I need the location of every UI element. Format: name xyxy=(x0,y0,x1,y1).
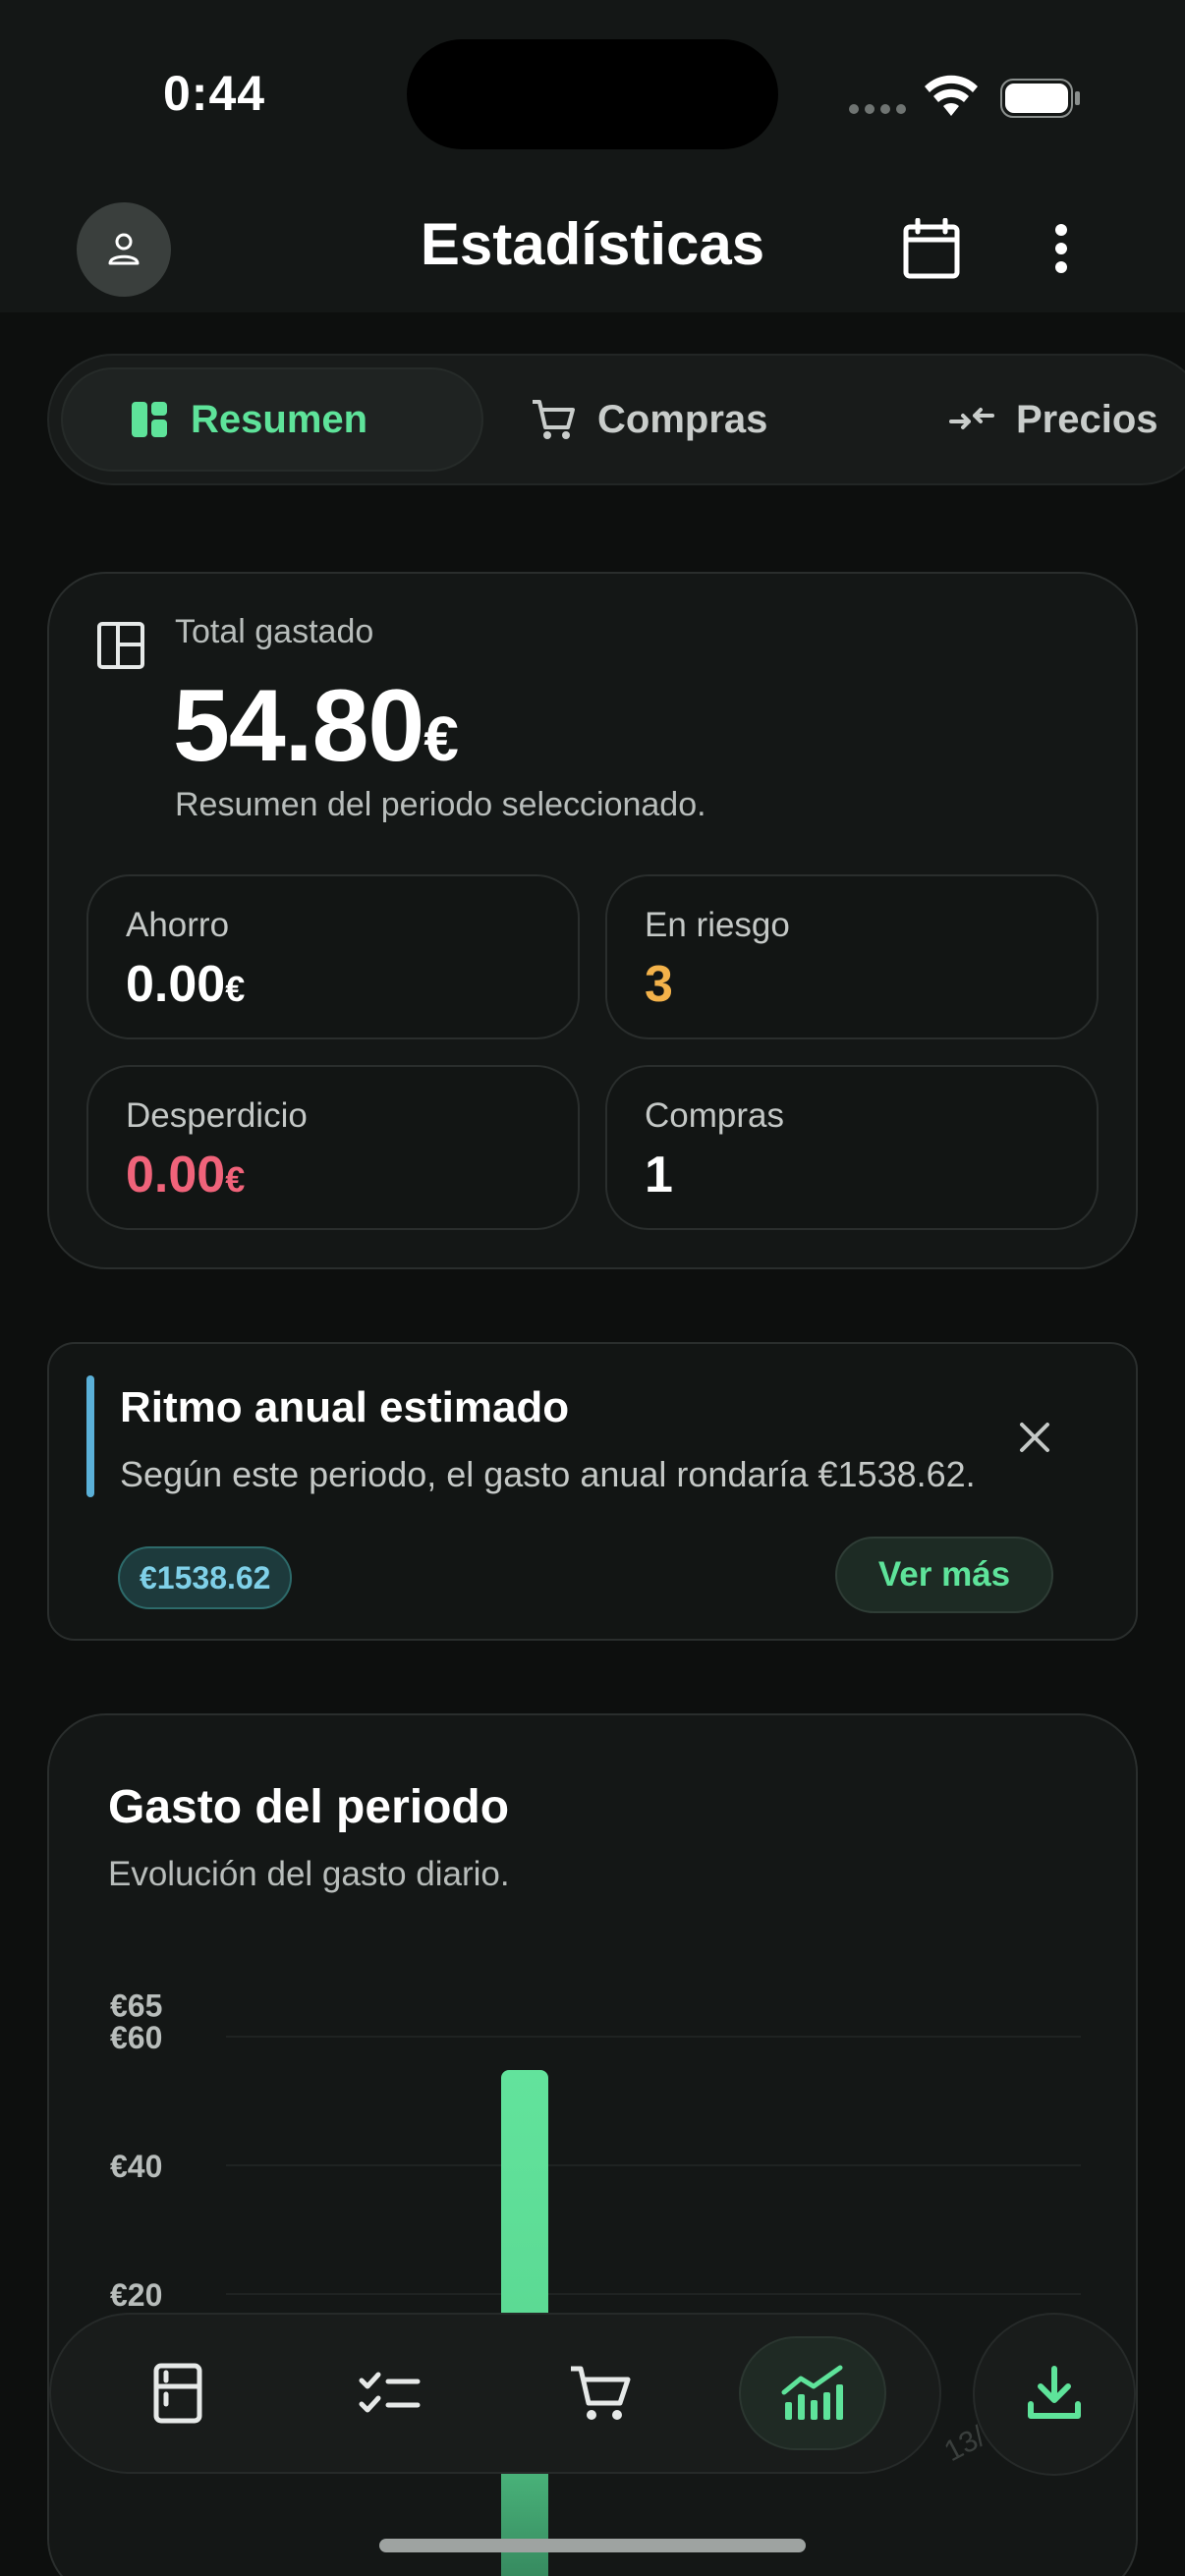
nav-inventory[interactable] xyxy=(104,2336,252,2450)
stat-value: 0.00€ xyxy=(126,956,246,1013)
y-tick-label: €20 xyxy=(110,2277,162,2313)
nav-checklist[interactable] xyxy=(316,2336,464,2450)
y-tick-label: €65 xyxy=(110,1988,162,2023)
tab-resumen[interactable]: Resumen xyxy=(61,367,483,472)
nav-shopping[interactable] xyxy=(527,2336,674,2450)
stat-en-riesgo: En riesgo 3 xyxy=(605,874,1099,1039)
summary-card: Total gastado 54.80€ Resumen del periodo… xyxy=(47,572,1138,1269)
home-indicator xyxy=(379,2539,806,2552)
dynamic-island xyxy=(407,39,778,149)
download-button[interactable] xyxy=(973,2313,1136,2476)
tab-precios[interactable]: Precios xyxy=(949,367,1158,472)
page-title: Estadísticas xyxy=(420,211,765,277)
layout-icon xyxy=(97,622,144,669)
checklist-icon xyxy=(359,2372,421,2413)
stat-value: 1 xyxy=(645,1147,673,1204)
status-time: 0:44 xyxy=(163,66,266,121)
battery-icon xyxy=(1000,79,1080,118)
tab-label: Compras xyxy=(597,397,768,441)
cart-icon xyxy=(533,400,575,439)
stat-value: 3 xyxy=(645,956,673,1013)
top-bar: 0:44 Estadísticas xyxy=(0,0,1185,312)
tab-label: Resumen xyxy=(191,397,368,441)
wifi-icon xyxy=(925,75,978,116)
total-amount: 54.80€ xyxy=(173,669,459,783)
close-icon[interactable] xyxy=(1016,1419,1053,1456)
stat-label: Ahorro xyxy=(126,906,230,944)
y-tick-label: €40 xyxy=(110,2149,162,2184)
total-subtitle: Resumen del periodo seleccionado. xyxy=(175,786,706,823)
stat-label: Compras xyxy=(645,1096,784,1135)
stat-compras: Compras 1 xyxy=(605,1065,1099,1230)
ver-mas-button[interactable]: Ver más xyxy=(835,1537,1053,1613)
annual-pace-text: Según este periodo, el gasto anual ronda… xyxy=(120,1454,976,1494)
total-label: Total gastado xyxy=(175,613,374,650)
y-tick-label: €60 xyxy=(110,2020,162,2055)
annual-estimate-badge: €1538.62 xyxy=(118,1546,293,1609)
compare-arrows-icon xyxy=(949,408,994,429)
more-options-icon[interactable] xyxy=(1036,216,1087,281)
stat-ahorro: Ahorro 0.00€ xyxy=(86,874,580,1039)
signal-icon xyxy=(849,104,908,114)
bottom-nav xyxy=(49,2313,941,2474)
calendar-icon[interactable] xyxy=(902,218,961,279)
stat-desperdicio: Desperdicio 0.00€ xyxy=(86,1065,580,1230)
cart-icon xyxy=(571,2366,631,2420)
annual-pace-card: Ritmo anual estimado Según este periodo,… xyxy=(47,1342,1138,1641)
chart-icon xyxy=(781,2365,843,2420)
accent-bar xyxy=(86,1375,94,1497)
stat-value: 0.00€ xyxy=(126,1147,246,1204)
download-icon xyxy=(1028,2366,1081,2419)
stats-tabs: Resumen Compras Precios xyxy=(47,354,1185,485)
stat-label: En riesgo xyxy=(645,906,790,944)
fridge-icon xyxy=(153,2363,202,2424)
tab-label: Precios xyxy=(1016,397,1158,441)
annual-pace-title: Ritmo anual estimado xyxy=(120,1383,570,1431)
stat-label: Desperdicio xyxy=(126,1096,308,1135)
dashboard-icon xyxy=(132,402,167,437)
tab-compras[interactable]: Compras xyxy=(531,367,767,472)
nav-statistics[interactable] xyxy=(739,2336,886,2450)
